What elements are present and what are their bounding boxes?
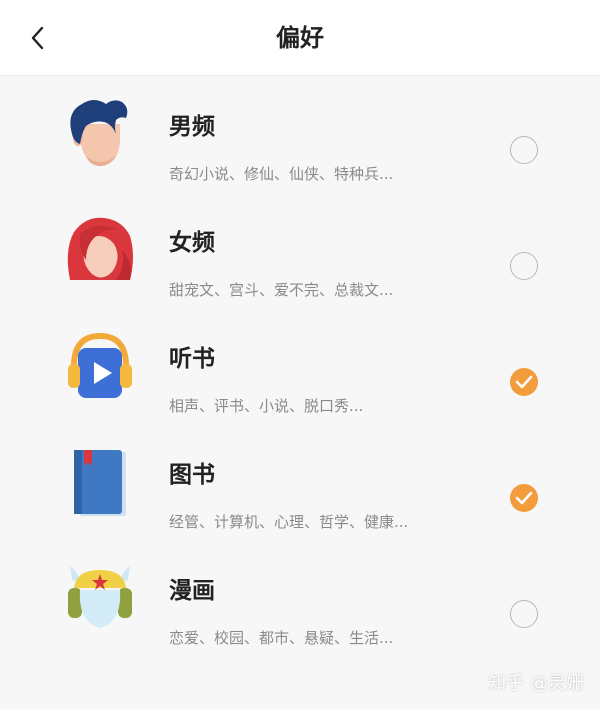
preference-item-books[interactable]: 图书 经管、计算机、心理、哲学、健康... <box>0 424 600 540</box>
preference-item-female[interactable]: 女频 甜宠文、宫斗、爱不完、总裁文... <box>0 192 600 308</box>
preference-radio-checked[interactable] <box>510 368 538 396</box>
preference-radio[interactable] <box>510 600 538 628</box>
preference-item-male[interactable]: 男频 奇幻小说、修仙、仙侠、特种兵... <box>0 76 600 192</box>
preference-title: 图书 <box>169 462 215 488</box>
preference-description: 奇幻小说、修仙、仙侠、特种兵... <box>169 165 394 183</box>
preference-title: 漫画 <box>169 578 215 604</box>
preference-radio-checked[interactable] <box>510 484 538 512</box>
checkmark-icon <box>515 375 533 389</box>
comic-character-icon <box>68 566 132 628</box>
preference-description: 恋爱、校园、都市、悬疑、生活... <box>169 629 394 647</box>
headphones-play-icon <box>68 332 132 398</box>
preference-description: 经管、计算机、心理、哲学、健康... <box>169 513 409 531</box>
preference-item-comics[interactable]: 漫画 恋爱、校园、都市、悬疑、生活... <box>0 540 600 656</box>
preference-radio[interactable] <box>510 136 538 164</box>
watermark: 知乎 @灵姗 <box>488 673 584 694</box>
preference-title: 男频 <box>169 114 215 140</box>
female-avatar-icon <box>67 217 133 280</box>
top-bar: 偏好 <box>0 0 600 76</box>
preference-description: 甜宠文、宫斗、爱不完、总裁文... <box>169 281 394 299</box>
checkmark-icon <box>515 491 533 505</box>
preference-description: 相声、评书、小说、脱口秀... <box>169 397 364 415</box>
preference-list: 男频 奇幻小说、修仙、仙侠、特种兵... 女频 甜宠文、宫斗、爱不完、总裁文..… <box>0 76 600 656</box>
preference-title: 女频 <box>169 230 215 256</box>
male-avatar-icon <box>70 100 128 166</box>
preference-item-audiobook[interactable]: 听书 相声、评书、小说、脱口秀... <box>0 308 600 424</box>
preference-title: 听书 <box>169 346 215 372</box>
page-title: 偏好 <box>276 24 324 52</box>
preference-radio[interactable] <box>510 252 538 280</box>
book-icon <box>74 450 126 516</box>
